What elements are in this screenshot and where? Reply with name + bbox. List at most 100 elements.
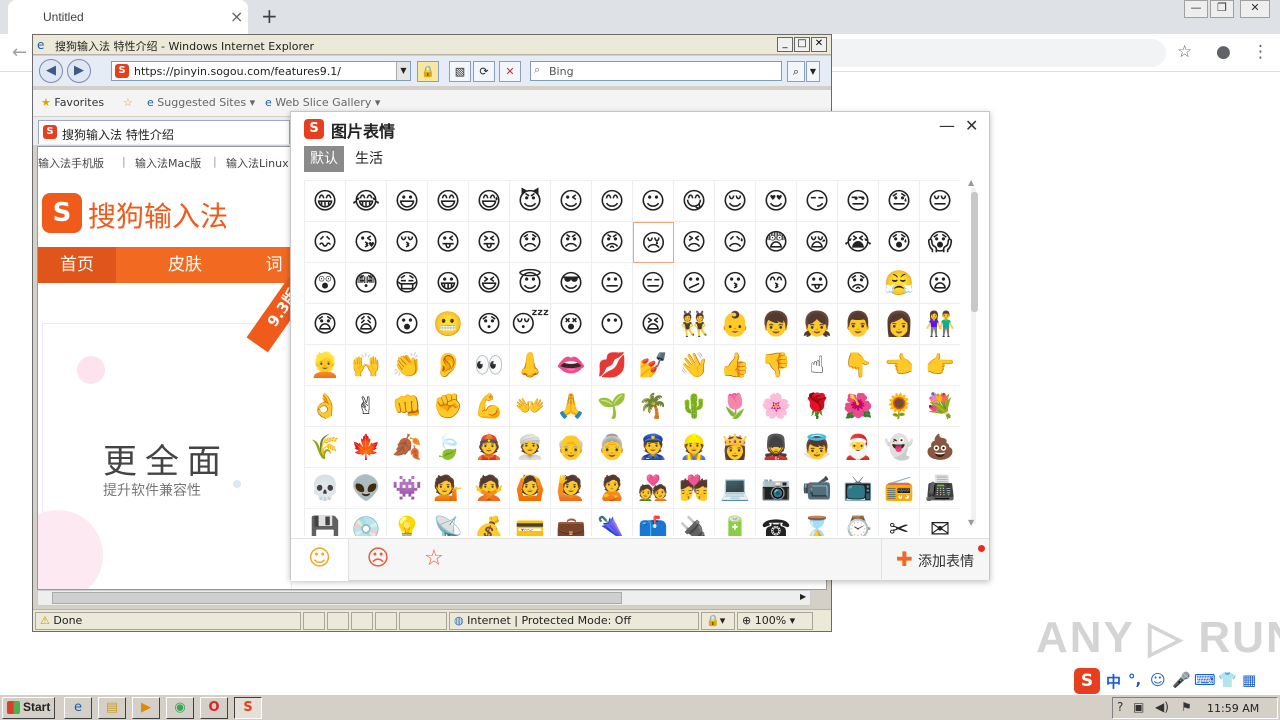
emoji-cell[interactable]: 👉 bbox=[920, 345, 960, 386]
emoji-cell[interactable]: 🙆 bbox=[510, 468, 551, 509]
emoji-cell[interactable]: 😶 bbox=[592, 304, 633, 345]
tab-default[interactable]: 默认 bbox=[304, 146, 344, 172]
emoji-cell[interactable]: 😏 bbox=[797, 181, 838, 222]
emoji-cell[interactable]: 🙏 bbox=[551, 386, 592, 427]
chrome-restore-button[interactable]: ❐ bbox=[1210, 0, 1234, 18]
address-dropdown-icon[interactable]: ▼ bbox=[396, 62, 410, 80]
emoji-cell[interactable]: 👌 bbox=[305, 386, 346, 427]
emoji-scrollbar[interactable]: ▲ ▼ bbox=[967, 178, 979, 532]
ie-tab[interactable]: S 搜狗输入法 特性介绍 bbox=[38, 120, 290, 144]
emoji-cell[interactable]: 📺 bbox=[838, 468, 879, 509]
emoji-cell[interactable]: 😚 bbox=[387, 222, 428, 263]
emoji-cell[interactable]: 🌺 bbox=[838, 386, 879, 427]
emoji-cell[interactable]: 😦 bbox=[920, 263, 960, 304]
emoji-cell[interactable]: 😵 bbox=[551, 304, 592, 345]
emoji-cell[interactable]: 👱 bbox=[305, 345, 346, 386]
stop-icon[interactable]: ✕ bbox=[499, 61, 521, 82]
suggested-sites-link[interactable]: e Suggested Sites ▾ bbox=[147, 96, 255, 109]
emoji-cell[interactable]: 💁 bbox=[428, 468, 469, 509]
emoji-cell[interactable]: 🌸 bbox=[756, 386, 797, 427]
emoji-cell[interactable]: 👄 bbox=[551, 345, 592, 386]
sogou-ime-logo-icon[interactable]: S bbox=[1074, 668, 1100, 694]
add-emoji-button[interactable]: ✚ 添加表情 bbox=[881, 539, 989, 581]
account-icon[interactable]: ● bbox=[1216, 42, 1231, 62]
emoji-cell[interactable]: 😜 bbox=[428, 222, 469, 263]
emoji-cell[interactable]: 💅 bbox=[633, 345, 674, 386]
emoji-cell[interactable]: 😴 bbox=[510, 304, 551, 345]
emoji-cell[interactable]: ✊ bbox=[428, 386, 469, 427]
ime-keyboard-icon[interactable]: ⌨ bbox=[1194, 671, 1216, 689]
emoji-cell[interactable]: ✂ bbox=[879, 509, 920, 536]
scrollbar-thumb[interactable] bbox=[971, 192, 978, 312]
emoji-cell[interactable]: 👷 bbox=[674, 427, 715, 468]
emoji-cell[interactable]: 😅 bbox=[469, 181, 510, 222]
emoji-cell[interactable]: 🔌 bbox=[674, 509, 715, 536]
emoji-cell[interactable]: 💿 bbox=[346, 509, 387, 536]
emoji-cell[interactable]: 👈 bbox=[879, 345, 920, 386]
top-nav-mac-link[interactable]: 输入法Mac版 bbox=[135, 155, 201, 171]
ie-address-bar[interactable]: S https://pinyin.sogou.com/features9.1/ … bbox=[111, 61, 411, 81]
start-button[interactable]: Start bbox=[2, 697, 55, 719]
emoji-cell[interactable]: 😡 bbox=[592, 222, 633, 263]
emoji-cell[interactable]: 👴 bbox=[551, 427, 592, 468]
scrollbar-thumb[interactable] bbox=[52, 592, 622, 604]
emoji-cell[interactable]: 😯 bbox=[469, 304, 510, 345]
emoji-cell[interactable]: 👂 bbox=[428, 345, 469, 386]
ie-title-bar[interactable]: e 搜狗输入法 特性介绍 - Windows Internet Explorer… bbox=[33, 35, 831, 55]
emoji-cell[interactable]: 😱 bbox=[920, 222, 960, 263]
favorites-button[interactable]: ★ Favorites bbox=[41, 96, 104, 109]
emoji-cell[interactable]: 👃 bbox=[510, 345, 551, 386]
emoji-cell[interactable]: ⌛ bbox=[797, 509, 838, 536]
ie-minimize-button[interactable]: _ bbox=[777, 37, 793, 52]
emoji-cell[interactable]: 🌵 bbox=[674, 386, 715, 427]
emoji-cell[interactable]: 🎅 bbox=[838, 427, 879, 468]
emoji-cell[interactable]: 😤 bbox=[879, 263, 920, 304]
chrome-tab[interactable]: Untitled × bbox=[8, 0, 248, 34]
emoji-cell[interactable]: 👋 bbox=[674, 345, 715, 386]
menu-kebab-icon[interactable]: ⋮ bbox=[1252, 42, 1269, 62]
site-brand-name[interactable]: 搜狗输入法 bbox=[88, 195, 228, 235]
tray-clock[interactable]: 11:59 AM bbox=[1207, 702, 1259, 715]
emoji-cell[interactable]: 💩 bbox=[920, 427, 960, 468]
tray-volume-icon[interactable]: ◀) bbox=[1155, 700, 1169, 714]
protected-mode-icon[interactable]: 🔒▾ bbox=[701, 612, 735, 630]
emoji-cell[interactable]: 😖 bbox=[305, 222, 346, 263]
emoji-cell[interactable]: ⌚ bbox=[838, 509, 879, 536]
ie-back-icon[interactable]: ◀ bbox=[39, 59, 63, 83]
chrome-taskbar-icon[interactable]: ◉ bbox=[166, 697, 194, 719]
emoji-cell[interactable]: 😨 bbox=[756, 222, 797, 263]
emoji-cell[interactable]: 😙 bbox=[756, 263, 797, 304]
emoji-cell[interactable]: 👾 bbox=[387, 468, 428, 509]
opera-taskbar-icon[interactable]: O bbox=[200, 697, 228, 719]
emoji-cell[interactable]: ☝ bbox=[797, 345, 838, 386]
ime-emoji-icon[interactable]: ☺ bbox=[1150, 671, 1166, 689]
emoji-cell[interactable]: 😓 bbox=[879, 181, 920, 222]
scroll-down-icon[interactable]: ▼ bbox=[968, 518, 974, 527]
emoji-cell[interactable]: 🌴 bbox=[633, 386, 674, 427]
emoji-cell[interactable]: 📠 bbox=[920, 468, 960, 509]
emoji-cell[interactable]: 😇 bbox=[510, 263, 551, 304]
emoji-cell[interactable]: 🙅 bbox=[469, 468, 510, 509]
emoji-cell[interactable]: 😌 bbox=[715, 181, 756, 222]
emoji-cell[interactable]: 🍃 bbox=[428, 427, 469, 468]
emoji-cell[interactable]: 😮 bbox=[387, 304, 428, 345]
emoji-cell[interactable]: 😕 bbox=[674, 263, 715, 304]
top-nav-linux-link[interactable]: 输入法Linux bbox=[226, 155, 289, 171]
lock-icon[interactable]: 🔒 bbox=[417, 61, 439, 82]
explorer-taskbar-icon[interactable]: ▤ bbox=[98, 697, 126, 719]
emoji-cell[interactable]: 👮 bbox=[633, 427, 674, 468]
zoom-control[interactable]: ⊕ 100% ▾ bbox=[737, 612, 813, 630]
emoji-cell[interactable]: 🌂 bbox=[592, 509, 633, 536]
emoji-cell[interactable]: 🌹 bbox=[797, 386, 838, 427]
bookmark-star-icon[interactable]: ☆ bbox=[1177, 42, 1192, 62]
ie-horizontal-scrollbar[interactable]: ▶ bbox=[37, 590, 811, 606]
emoji-cell[interactable]: 👩 bbox=[879, 304, 920, 345]
emoji-cell[interactable]: 📹 bbox=[797, 468, 838, 509]
top-nav-mobile-link[interactable]: 输入法手机版 bbox=[38, 155, 104, 171]
compat-view-icon[interactable]: ▧ bbox=[449, 61, 471, 82]
emoji-cell[interactable]: 😫 bbox=[633, 304, 674, 345]
web-slice-gallery-link[interactable]: e Web Slice Gallery ▾ bbox=[265, 96, 380, 109]
emoji-cell[interactable]: 😀 bbox=[428, 263, 469, 304]
emoji-cell[interactable]: 😟 bbox=[838, 263, 879, 304]
emoji-cell[interactable]: 📫 bbox=[633, 509, 674, 536]
